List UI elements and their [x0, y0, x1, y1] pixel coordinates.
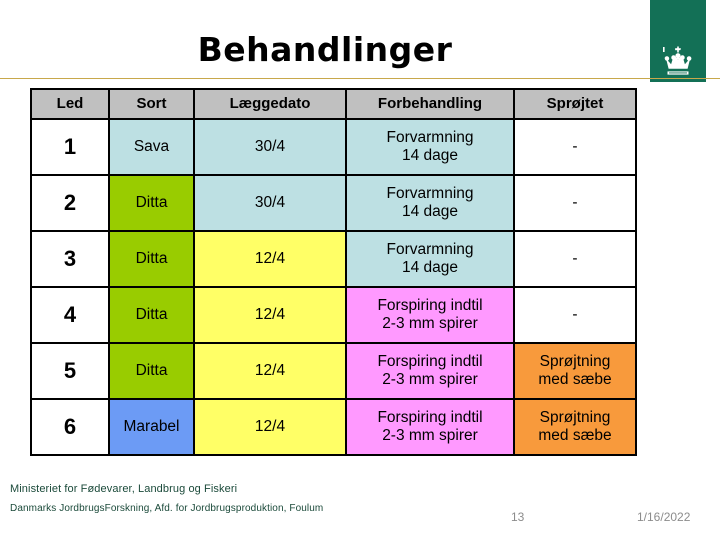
cell-text-line1: Forvarmning — [386, 240, 474, 258]
cell-text-line2: 14 dage — [401, 259, 459, 276]
cell-text-line1: Forspiring indtil — [377, 296, 483, 314]
column-header-sort: Sort — [108, 88, 195, 120]
cell-laeggedato: 12/4 — [193, 230, 347, 288]
table-row: 1 Sava 30/4 Forvarmning 14 dage - — [30, 118, 637, 176]
cell-sprojtet: - — [513, 230, 637, 288]
table-row: 4 Ditta 12/4 Forspiring indtil 2-3 mm spirer… — [30, 286, 637, 344]
cell-forbehandling: Forvarmning 14 dage — [345, 118, 515, 176]
column-header-led: Led — [30, 88, 110, 120]
table-row: 2 Ditta 30/4 Forvarmning 14 dage - — [30, 174, 637, 232]
cell-led: 2 — [30, 174, 110, 232]
cell-led: 3 — [30, 230, 110, 288]
table-row: 5 Ditta 12/4 Forspiring indtil 2-3 mm spirer… — [30, 342, 637, 400]
page-title: Behandlinger — [197, 30, 453, 69]
cell-sort: Ditta — [108, 230, 195, 288]
cell-text-line2: 2-3 mm spirer — [382, 427, 478, 444]
cell-text-line1: Forspiring indtil — [377, 408, 483, 426]
cell-text-line1: Sprøjtning — [539, 408, 611, 426]
table-row: 3 Ditta 12/4 Forvarmning 14 dage - — [30, 230, 637, 288]
cell-text-line2: med sæbe — [538, 371, 612, 388]
column-header-forbehandling: Forbehandling — [345, 88, 515, 120]
cell-sprojtet: - — [513, 118, 637, 176]
cell-laeggedato: 30/4 — [193, 118, 347, 176]
cell-forbehandling: Forspiring indtil 2-3 mm spirer — [345, 286, 515, 344]
footer-line-ministry: Ministeriet for Fødevarer, Landbrug og F… — [10, 483, 238, 495]
crown-icon — [663, 46, 692, 75]
cell-text-line1: - — [572, 305, 578, 323]
cell-text-line2: 2-3 mm spirer — [382, 371, 478, 388]
column-header-laeggedato: Læggedato — [193, 88, 347, 120]
cell-sort: Ditta — [108, 174, 195, 232]
cell-text-line1: - — [572, 193, 578, 211]
cell-text-line2: 14 dage — [401, 147, 459, 164]
cell-sprojtet: - — [513, 286, 637, 344]
table-header-row: Led Sort Læggedato Forbehandling Sprøjte… — [30, 88, 637, 120]
title-divider — [0, 78, 720, 79]
cell-laeggedato: 12/4 — [193, 398, 347, 456]
cell-forbehandling: Forspiring indtil 2-3 mm spirer — [345, 398, 515, 456]
cell-sort: Sava — [108, 118, 195, 176]
cell-sprojtet: - — [513, 174, 637, 232]
cell-forbehandling: Forvarmning 14 dage — [345, 230, 515, 288]
cell-led: 4 — [30, 286, 110, 344]
slide-date: 1/16/2022 — [637, 510, 691, 524]
cell-text-line2: 2-3 mm spirer — [382, 315, 478, 332]
table-row: 6 Marabel 12/4 Forspiring indtil 2-3 mm spir… — [30, 398, 637, 456]
footer-line-institute: Danmarks JordbrugsForskning, Afd. for Jo… — [10, 503, 324, 514]
cell-text-line2: 14 dage — [401, 203, 459, 220]
cell-text-line1: Forvarmning — [386, 128, 474, 146]
cell-text-line1: Forspiring indtil — [377, 352, 483, 370]
page-number: 13 — [511, 510, 525, 524]
cell-sprojtet: Sprøjtning med sæbe — [513, 398, 637, 456]
cell-laeggedato: 12/4 — [193, 342, 347, 400]
cell-laeggedato: 30/4 — [193, 174, 347, 232]
cell-sort: Marabel — [108, 398, 195, 456]
cell-text-line1: - — [572, 249, 578, 267]
cell-text-line1: Forvarmning — [386, 184, 474, 202]
column-header-sprojtet: Sprøjtet — [513, 88, 637, 120]
cell-sort: Ditta — [108, 286, 195, 344]
cell-forbehandling: Forvarmning 14 dage — [345, 174, 515, 232]
cell-sort: Ditta — [108, 342, 195, 400]
cell-laeggedato: 12/4 — [193, 286, 347, 344]
cell-text-line1: - — [572, 137, 578, 155]
cell-led: 1 — [30, 118, 110, 176]
cell-forbehandling: Forspiring indtil 2-3 mm spirer — [345, 342, 515, 400]
cell-text-line1: Sprøjtning — [539, 352, 611, 370]
cell-text-line2: med sæbe — [538, 427, 612, 444]
cell-led: 6 — [30, 398, 110, 456]
cell-sprojtet: Sprøjtning med sæbe — [513, 342, 637, 400]
cell-led: 5 — [30, 342, 110, 400]
treatments-table: Led Sort Læggedato Forbehandling Sprøjte… — [30, 88, 637, 456]
ministry-logo — [650, 0, 706, 82]
footer-organisation: Ministeriet for Fødevarer, Landbrug og F… — [10, 484, 323, 514]
